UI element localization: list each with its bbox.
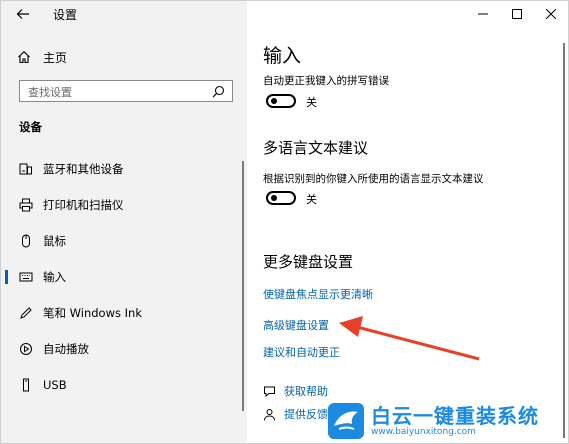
maximize-button[interactable] [500,1,534,27]
autocorrect-label: 自动更正我键入的拼写错误 [263,75,389,87]
section-title-devices: 设备 [19,120,42,134]
autoplay-icon [19,342,33,356]
sidebar-item-label: 自动播放 [43,342,89,356]
multilingual-state: 关 [306,193,317,206]
window-title: 设置 [53,8,78,22]
sidebar-item-label: 蓝牙和其他设备 [43,162,124,176]
minimize-icon [478,13,488,15]
sidebar-item-label: USB [43,378,67,392]
multilingual-label: 根据识别到的你键入所使用的语言显示文本建议 [263,173,484,185]
sidebar-item-home[interactable]: 主页 [17,47,67,67]
sidebar-item-label: 输入 [43,270,66,284]
main-scrollbar[interactable] [563,43,565,438]
search-input[interactable] [20,82,208,103]
sidebar-item-mouse[interactable]: 鼠标 [1,228,247,254]
main-content: 输入 自动更正我键入的拼写错误 关 多语言文本建议 根据识别到的你键入所使用的语… [247,1,568,443]
feedback-link[interactable]: 提供反馈 [263,406,328,422]
bluetooth-devices-icon [19,162,33,176]
home-icon [18,51,30,64]
get-help-link[interactable]: 获取帮助 [263,383,328,399]
sidebar-item-label: 打印机和扫描仪 [43,198,124,212]
feedback-label: 提供反馈 [284,408,328,421]
feedback-person-icon [264,408,275,421]
sidebar: 设置 主页 设备 蓝牙和其他设备 打印机和扫描仪 [1,1,247,443]
settings-window: 设置 主页 设备 蓝牙和其他设备 打印机和扫描仪 [0,0,569,444]
chat-help-icon [264,386,275,397]
pen-icon [19,306,33,320]
suggestions-autocorrect-link[interactable]: 建议和自动更正 [263,344,340,360]
close-icon [546,9,556,19]
active-indicator [5,270,8,284]
sidebar-item-label: 鼠标 [43,234,66,248]
printer-icon [19,198,33,212]
page-title: 输入 [263,45,302,67]
mouse-icon [19,234,33,248]
sidebar-item-label: 笔和 Windows Ink [43,306,142,320]
multilingual-toggle[interactable] [266,191,296,205]
minimize-button[interactable] [466,1,500,27]
more-keyboard-heading: 更多键盘设置 [263,253,354,271]
keyboard-icon [19,270,33,284]
usb-icon [19,378,33,392]
get-help-label: 获取帮助 [284,385,328,398]
sidebar-item-label: 主页 [43,50,68,65]
advanced-keyboard-link[interactable]: 高级键盘设置 [263,317,329,333]
watermark-url: www.baiyunxitong.com [371,426,476,437]
autocorrect-toggle[interactable] [266,94,296,108]
sidebar-item-bluetooth[interactable]: 蓝牙和其他设备 [1,156,247,182]
focus-visibility-link[interactable]: 使键盘焦点显示更清晰 [263,286,373,302]
title-bar: 设置 [1,1,247,27]
window-controls [466,1,568,27]
watermark-text: 白云一键重装系统 www.baiyunxitong.com [371,405,539,438]
search-box [19,80,233,103]
watermark-title: 白云一键重装系统 [371,403,539,428]
autocorrect-state: 关 [306,96,317,109]
toggle-knob [271,195,277,201]
multilingual-heading: 多语言文本建议 [263,139,369,157]
bird-logo-icon [328,403,364,439]
sidebar-item-typing[interactable]: 输入 [1,264,247,290]
maximize-icon [512,9,522,19]
close-button[interactable] [534,1,568,27]
watermark: 白云一键重装系统 www.baiyunxitong.com [327,399,567,443]
sidebar-item-printers[interactable]: 打印机和扫描仪 [1,192,247,218]
sidebar-item-autoplay[interactable]: 自动播放 [1,336,247,362]
sidebar-item-pen[interactable]: 笔和 Windows Ink [1,300,247,326]
back-arrow-icon[interactable] [15,6,31,22]
search-icon[interactable] [212,85,225,98]
sidebar-item-usb[interactable]: USB [1,372,247,398]
sidebar-scrollbar[interactable] [242,161,244,411]
toggle-knob [271,98,277,104]
